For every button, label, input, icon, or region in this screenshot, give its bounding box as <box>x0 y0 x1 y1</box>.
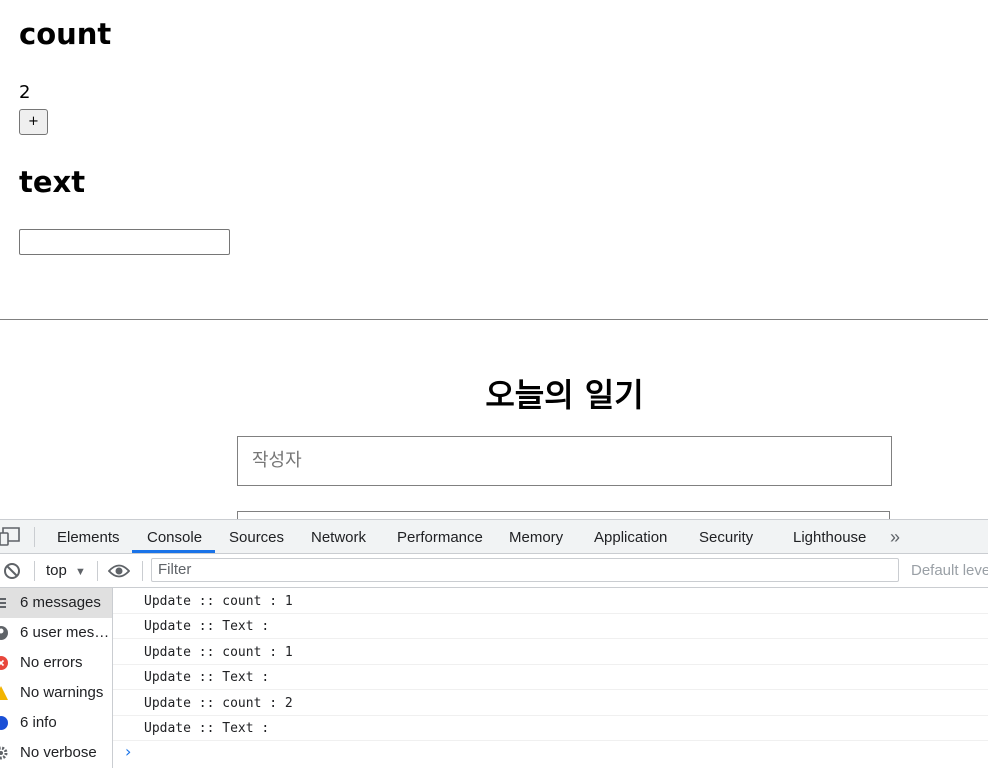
log-row: Update :: count : 1 <box>113 589 988 614</box>
tab-sources[interactable]: Sources <box>229 520 284 553</box>
info-icon <box>0 716 8 730</box>
toolbar-separator <box>142 561 143 581</box>
filter-input[interactable]: Filter <box>151 558 899 582</box>
sidebar-item-label: 6 info <box>20 714 57 731</box>
diary-title: 오늘의 일기 <box>485 376 644 414</box>
sidebar-item-label: 6 user messages <box>20 624 112 641</box>
tab-security[interactable]: Security <box>699 520 753 553</box>
sidebar-item-verbose[interactable]: No verbose <box>0 738 112 768</box>
sidebar-item-label: No errors <box>20 654 83 671</box>
console-log: Update :: count : 1 Update :: Text : Upd… <box>113 588 988 768</box>
toolbar-separator <box>34 561 35 581</box>
divider <box>0 319 988 320</box>
log-message: Update :: Text : <box>144 721 278 736</box>
increment-button[interactable]: + <box>19 109 48 135</box>
log-row: Update :: count : 2 <box>113 691 988 716</box>
log-row: Update :: Text : <box>113 614 988 639</box>
sidebar-item-info[interactable]: 6 info <box>0 708 112 738</box>
content-textarea[interactable] <box>237 511 890 519</box>
more-tabs-icon[interactable]: » <box>890 520 900 553</box>
log-row: Update :: count : 1 <box>113 640 988 665</box>
tab-performance[interactable]: Performance <box>397 520 483 553</box>
verbose-icon <box>0 746 8 760</box>
log-message: Update :: Text : <box>144 670 278 685</box>
log-row: Update :: Text : <box>113 716 988 741</box>
log-message: Update :: Text : <box>144 619 278 634</box>
sidebar-item-messages[interactable]: 6 messages <box>0 588 112 618</box>
text-input[interactable] <box>19 229 230 255</box>
console-sidebar: 6 messages 6 user messages No errors No … <box>0 588 113 768</box>
list-icon <box>0 598 6 608</box>
dropdown-arrow-icon: ▼ <box>75 566 86 578</box>
log-message: Update :: count : 1 <box>144 645 293 660</box>
sidebar-item-errors[interactable]: No errors <box>0 648 112 678</box>
tab-application[interactable]: Application <box>594 520 667 553</box>
error-icon <box>0 656 8 670</box>
sidebar-item-user-messages[interactable]: 6 user messages <box>0 618 112 648</box>
devtools-panel: Elements Console Sources Network Perform… <box>0 519 988 768</box>
tab-elements[interactable]: Elements <box>57 520 120 553</box>
count-value: 2 <box>19 82 31 103</box>
sidebar-item-label: No warnings <box>20 684 104 701</box>
console-prompt-icon[interactable]: › <box>125 742 131 761</box>
log-row: Update :: Text : <box>113 665 988 690</box>
app-page: count 2 + text 오늘의 일기 작성자 <box>0 0 988 519</box>
user-icon <box>0 626 8 640</box>
console-toolbar: top ▼ Filter Default levels <box>0 554 988 588</box>
author-input[interactable]: 작성자 <box>237 436 892 486</box>
tab-separator <box>34 527 35 547</box>
sidebar-item-label: 6 messages <box>20 594 101 611</box>
clear-console-icon[interactable] <box>3 562 21 580</box>
count-heading: count <box>19 17 112 51</box>
log-levels-select[interactable]: Default levels <box>911 554 988 587</box>
log-message: Update :: count : 1 <box>144 594 293 609</box>
devtools-tabbar: Elements Console Sources Network Perform… <box>0 520 988 554</box>
context-select[interactable]: top ▼ <box>46 554 86 587</box>
warning-icon <box>0 686 8 700</box>
context-label: top <box>46 562 67 579</box>
text-heading: text <box>19 165 86 199</box>
tab-console[interactable]: Console <box>132 520 215 553</box>
sidebar-item-warnings[interactable]: No warnings <box>0 678 112 708</box>
tab-memory[interactable]: Memory <box>509 520 563 553</box>
tab-network[interactable]: Network <box>311 520 366 553</box>
sidebar-item-label: No verbose <box>20 744 97 761</box>
toolbar-separator <box>97 561 98 581</box>
device-toggle-icon[interactable] <box>0 526 20 546</box>
tab-lighthouse[interactable]: Lighthouse <box>793 520 866 553</box>
log-message: Update :: count : 2 <box>144 696 293 711</box>
eye-icon[interactable] <box>108 563 130 579</box>
